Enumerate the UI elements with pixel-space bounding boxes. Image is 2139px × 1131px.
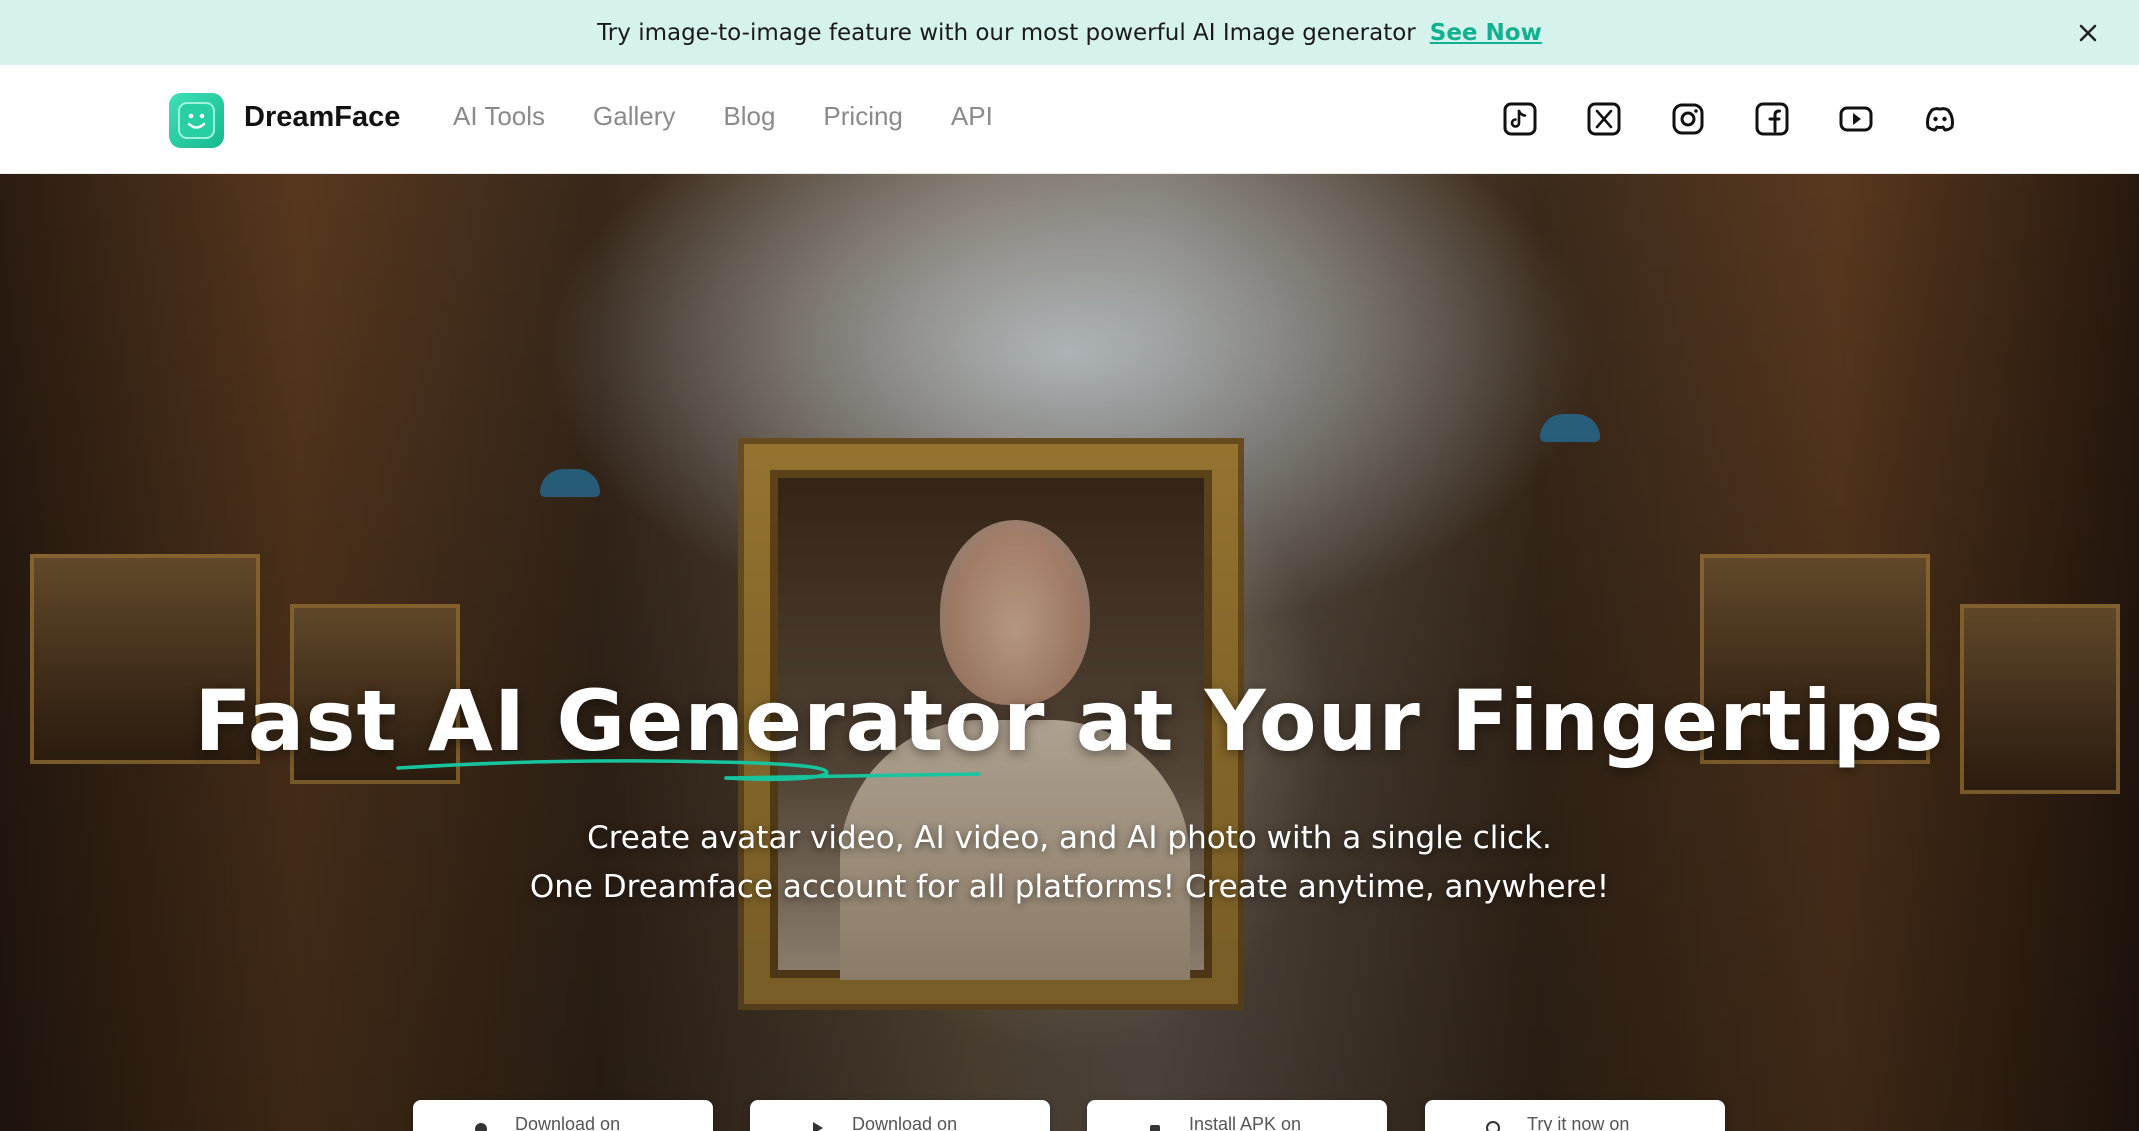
title-underline-decoration xyxy=(396,759,981,782)
announcement-bar: Try image-to-image feature with our most… xyxy=(0,0,2139,65)
smile-icon xyxy=(187,113,206,129)
logo-face-shape xyxy=(178,102,215,139)
hero-title: Fast AI Generator at Your Fingertips xyxy=(194,672,1945,770)
site-header: DreamFace AI Tools Gallery Blog Pricing … xyxy=(0,65,2139,174)
close-icon[interactable] xyxy=(2073,18,2103,48)
android-icon xyxy=(1150,1125,1160,1131)
google-play-icon xyxy=(813,1122,823,1131)
nav-ai-tools[interactable]: AI Tools xyxy=(453,101,545,132)
download-ios-label: Download on xyxy=(515,1114,621,1131)
nav-pricing[interactable]: Pricing xyxy=(823,101,902,132)
hero-subtitle-line-1: Create avatar video, AI video, and AI ph… xyxy=(587,820,1552,856)
install-apk-label: Install APK on xyxy=(1189,1114,1302,1131)
nav-gallery[interactable]: Gallery xyxy=(593,101,675,132)
announcement-text: Try image-to-image feature with our most… xyxy=(597,19,1416,46)
see-now-link[interactable]: See Now xyxy=(1430,20,1542,46)
download-google-play-label: Download on xyxy=(852,1114,958,1131)
instagram-icon[interactable] xyxy=(1670,101,1706,137)
brand-name[interactable]: DreamFace xyxy=(244,101,400,134)
main-nav: AI Tools Gallery Blog Pricing API xyxy=(453,101,1041,132)
nav-blog[interactable]: Blog xyxy=(723,101,775,132)
hero-overlay xyxy=(0,174,2139,1131)
facebook-icon[interactable] xyxy=(1754,101,1790,137)
hero-subtitle-line-2: One Dreamface account for all platforms!… xyxy=(529,869,1610,905)
x-twitter-icon[interactable] xyxy=(1586,101,1622,137)
dreamface-logo-icon[interactable] xyxy=(169,93,224,148)
nav-api[interactable]: API xyxy=(951,101,993,132)
try-web-label: Try it now on xyxy=(1527,1114,1630,1131)
install-apk-button[interactable]: Install APK on xyxy=(1087,1100,1387,1131)
download-google-play-button[interactable]: Download on xyxy=(750,1100,1050,1131)
hero-section xyxy=(0,174,2139,1131)
web-icon xyxy=(1486,1121,1500,1131)
discord-icon[interactable] xyxy=(1922,101,1958,137)
apple-icon xyxy=(475,1123,487,1131)
try-web-button[interactable]: Try it now on xyxy=(1425,1100,1725,1131)
youtube-icon[interactable] xyxy=(1838,101,1874,137)
download-ios-button[interactable]: Download on xyxy=(413,1100,713,1131)
tiktok-icon[interactable] xyxy=(1502,101,1538,137)
